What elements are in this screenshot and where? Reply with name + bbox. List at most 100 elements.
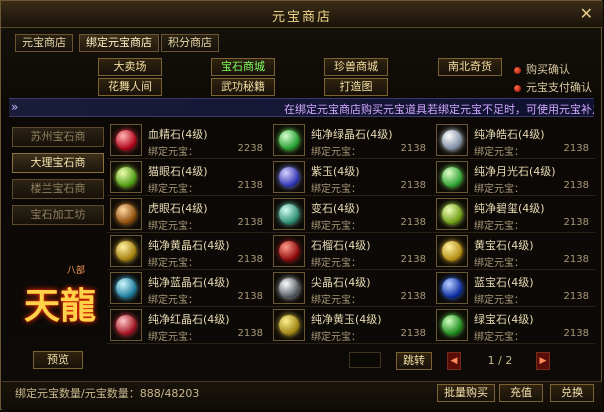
gem-icon-slot[interactable] [273, 161, 305, 193]
gem-icon-slot[interactable] [110, 235, 142, 267]
tab-yuanbao-shop[interactable]: 元宝商店 [15, 34, 73, 52]
gem-item[interactable]: 纯净碧玺(4级) 绑定元宝： 2138 [433, 196, 595, 233]
gem-item[interactable]: 绿宝石(4级) 绑定元宝： 2138 [433, 307, 595, 344]
gem-price: 绑定元宝： 2138 [148, 180, 263, 195]
option-purchase-confirm[interactable]: 购买确认 [514, 61, 570, 77]
gem-price: 绑定元宝： 2138 [474, 291, 589, 306]
gem-icon-slot[interactable] [273, 235, 305, 267]
gem-icon-slot[interactable] [273, 309, 305, 341]
gem-price: 绑定元宝： 2138 [474, 180, 589, 195]
gem-name: 血精石(4级) [148, 128, 208, 141]
price-value: 2138 [563, 254, 589, 265]
side-menu-suzhou-gems[interactable]: 苏州宝石商 [12, 127, 104, 147]
price-value: 2138 [563, 143, 589, 154]
price-label: 绑定元宝： [474, 258, 524, 269]
price-value: 2138 [563, 217, 589, 228]
gem-icon-slot[interactable] [436, 309, 468, 341]
gem-item[interactable]: 猫眼石(4级) 绑定元宝： 2138 [107, 159, 269, 196]
gem-price: 绑定元宝： 2138 [474, 217, 589, 232]
category-flower-dance[interactable]: 花舞人间 [98, 78, 162, 96]
category-martial-books[interactable]: 武功秘籍 [211, 78, 275, 96]
gem-icon-slot[interactable] [110, 309, 142, 341]
gem-item[interactable]: 纯净月光石(4级) 绑定元宝： 2138 [433, 159, 595, 196]
gem-item[interactable]: 纯净黄晶石(4级) 绑定元宝： 2138 [107, 233, 269, 270]
gem-icon-slot[interactable] [110, 161, 142, 193]
gem-item[interactable]: 虎眼石(4级) 绑定元宝： 2138 [107, 196, 269, 233]
gem-item[interactable]: 尖晶石(4级) 绑定元宝： 2138 [270, 270, 432, 307]
next-page-icon[interactable]: ▶ [536, 352, 550, 370]
category-gem-mall[interactable]: 宝石商城 [211, 58, 275, 76]
gem-icon-slot[interactable] [273, 124, 305, 156]
category-forging-map[interactable]: 打造图 [324, 78, 388, 96]
gem-icon [442, 167, 462, 187]
gem-price: 绑定元宝： 2138 [148, 328, 263, 343]
gem-icon-slot[interactable] [436, 124, 468, 156]
gem-icon [442, 315, 462, 335]
batch-buy-button[interactable]: 批量购买 [437, 384, 495, 402]
close-icon[interactable]: ✕ [580, 4, 593, 23]
gem-icon-slot[interactable] [436, 272, 468, 304]
page-input[interactable] [349, 352, 381, 368]
gem-item[interactable]: 黄宝石(4级) 绑定元宝： 2138 [433, 233, 595, 270]
gem-icon-slot[interactable] [110, 198, 142, 230]
gem-icon [442, 204, 462, 224]
price-value: 2138 [237, 291, 263, 302]
gem-icon [116, 241, 136, 261]
gem-icon-slot[interactable] [273, 272, 305, 304]
tab-points-shop[interactable]: 积分商店 [161, 34, 219, 52]
gem-icon-slot[interactable] [436, 161, 468, 193]
window-title: 元宝商店 [271, 10, 332, 25]
category-dama-chang[interactable]: 大卖场 [98, 58, 162, 76]
price-value: 2138 [400, 143, 426, 154]
gem-icon [116, 315, 136, 335]
gem-item[interactable]: 紫玉(4级) 绑定元宝： 2138 [270, 159, 432, 196]
gem-item[interactable]: 纯净绿晶石(4级) 绑定元宝： 2138 [270, 122, 432, 159]
preview-button[interactable]: 预览 [33, 351, 83, 369]
notice-text: 在绑定元宝商店购买元宝道具若绑定元宝不足时，可使用元宝补足 [284, 103, 594, 116]
gem-item[interactable]: 纯净皓石(4级) 绑定元宝： 2138 [433, 122, 595, 159]
price-label: 绑定元宝： [474, 184, 524, 195]
gem-name: 黄宝石(4级) [474, 239, 534, 252]
gem-name: 虎眼石(4级) [148, 202, 208, 215]
gem-item[interactable]: 变石(4级) 绑定元宝： 2138 [270, 196, 432, 233]
side-menu-gem-workshop[interactable]: 宝石加工坊 [12, 205, 104, 225]
page-indicator: 1 / 2 [475, 354, 525, 367]
jump-button[interactable]: 跳转 [396, 352, 432, 370]
prev-page-icon[interactable]: ◀ [447, 352, 461, 370]
price-label: 绑定元宝： [148, 258, 198, 269]
price-label: 绑定元宝： [148, 184, 198, 195]
category-misc-goods[interactable]: 南北奇货 [438, 58, 502, 76]
price-label: 绑定元宝： [311, 184, 361, 195]
gem-icon-slot[interactable] [436, 235, 468, 267]
gem-icon-slot[interactable] [436, 198, 468, 230]
side-menu-dali-gems[interactable]: 大理宝石商 [12, 153, 104, 173]
gem-item[interactable]: 血精石(4级) 绑定元宝： 2238 [107, 122, 269, 159]
exchange-button[interactable]: 兑换 [550, 384, 594, 402]
gem-name: 石榴石(4级) [311, 239, 371, 252]
gem-item[interactable]: 纯净红晶石(4级) 绑定元宝： 2138 [107, 307, 269, 344]
gem-item[interactable]: 蓝宝石(4级) 绑定元宝： 2138 [433, 270, 595, 307]
category-pet-mall[interactable]: 珍兽商城 [324, 58, 388, 76]
gem-icon-slot[interactable] [273, 198, 305, 230]
price-value: 2138 [237, 328, 263, 339]
gem-icon-slot[interactable] [110, 124, 142, 156]
price-value: 2138 [400, 328, 426, 339]
gem-price: 绑定元宝： 2138 [311, 328, 426, 343]
gem-price: 绑定元宝： 2138 [148, 254, 263, 269]
price-label: 绑定元宝： [311, 147, 361, 158]
option-yuanbao-pay-confirm[interactable]: 元宝支付确认 [514, 79, 592, 95]
price-value: 2138 [400, 180, 426, 191]
gem-icon-slot[interactable] [110, 272, 142, 304]
gem-item[interactable]: 纯净蓝晶石(4级) 绑定元宝： 2138 [107, 270, 269, 307]
price-label: 绑定元宝： [311, 258, 361, 269]
tab-bound-yuanbao-shop[interactable]: 绑定元宝商店 [79, 34, 159, 52]
gem-item[interactable]: 石榴石(4级) 绑定元宝： 2138 [270, 233, 432, 270]
gem-item[interactable]: 纯净黄玉(4级) 绑定元宝： 2138 [270, 307, 432, 344]
recharge-button[interactable]: 充值 [499, 384, 543, 402]
side-menu-loulan-gems[interactable]: 楼兰宝石商 [12, 179, 104, 199]
price-label: 绑定元宝： [474, 221, 524, 232]
gem-icon [279, 167, 299, 187]
gem-name: 纯净绿晶石(4级) [311, 128, 393, 141]
gem-icon [442, 241, 462, 261]
gem-price: 绑定元宝： 2138 [474, 254, 589, 269]
